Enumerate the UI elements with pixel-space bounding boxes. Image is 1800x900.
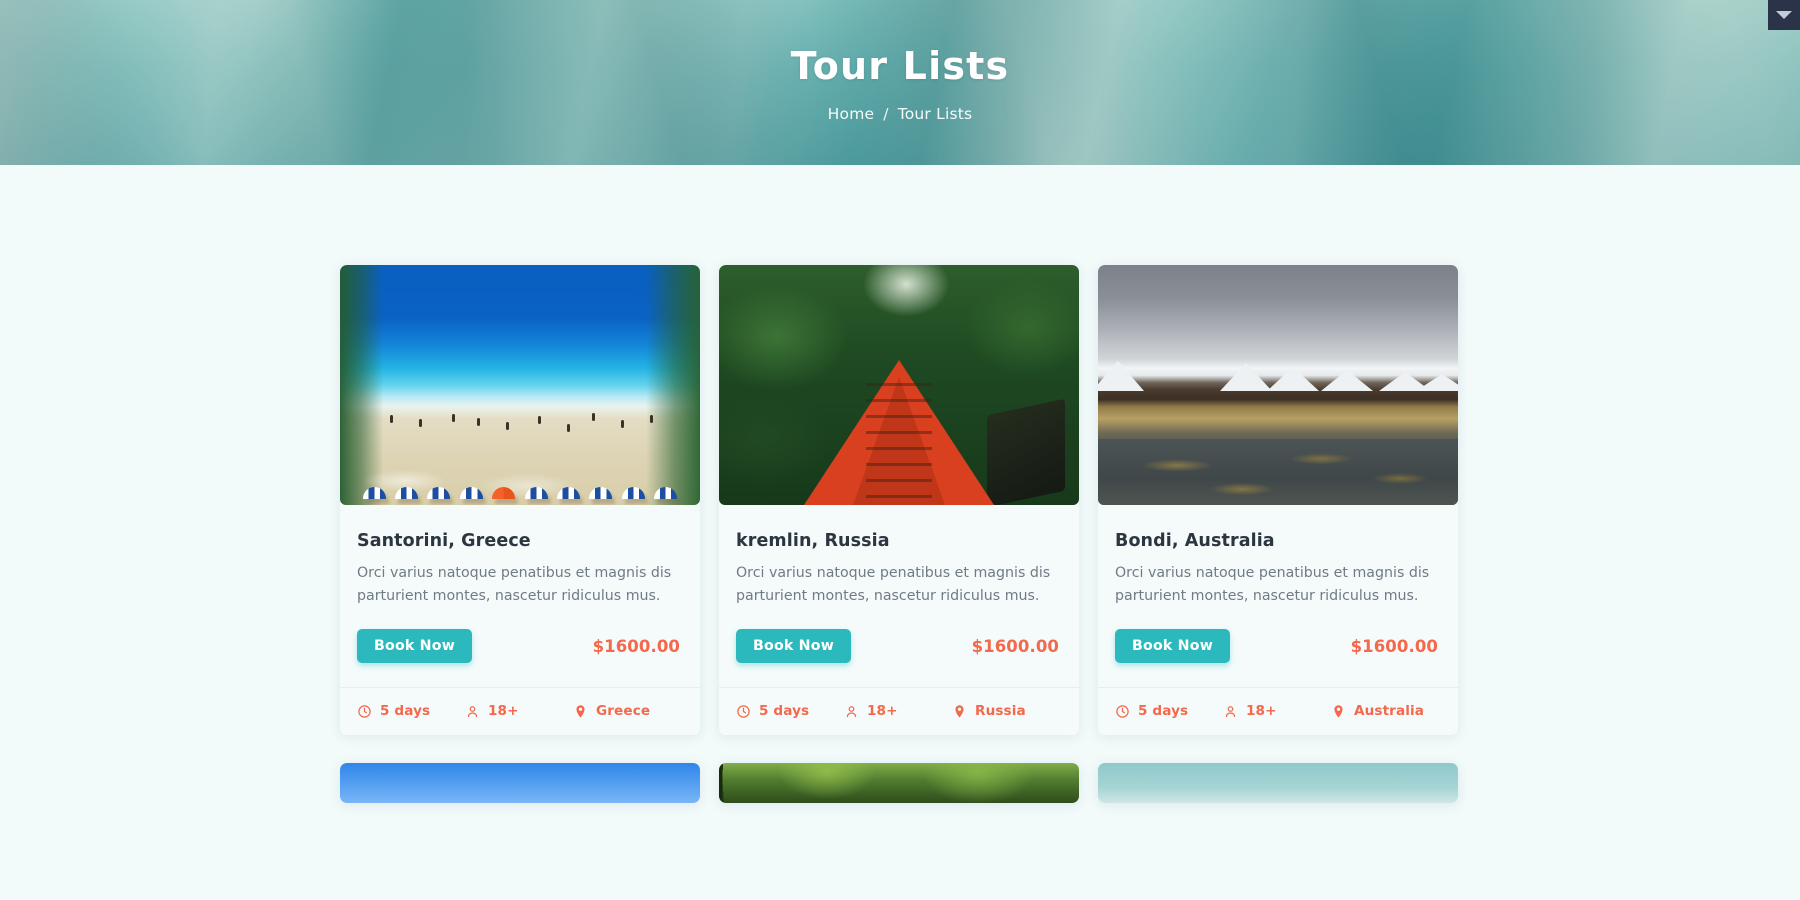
clock-icon xyxy=(736,704,751,719)
person-icon xyxy=(844,704,859,719)
tour-description: Orci varius natoque penatibus et magnis … xyxy=(736,565,1051,604)
tour-title: Bondi, Australia xyxy=(1115,531,1275,551)
tour-location: Greece xyxy=(573,703,683,719)
tour-duration: 5 days xyxy=(1115,703,1223,719)
tour-card-body: Santorini, Greece Orci varius natoque pe… xyxy=(340,505,700,687)
tour-card[interactable] xyxy=(340,763,700,804)
breadcrumb: Home / Tour Lists xyxy=(828,105,973,123)
person-icon xyxy=(1223,704,1238,719)
tour-card[interactable]: Santorini, Greece Orci varius natoque pe… xyxy=(340,265,700,736)
tour-age: 18+ xyxy=(465,703,573,719)
tour-price: $1600.00 xyxy=(971,636,1059,656)
page-title: Tour Lists xyxy=(790,43,1010,88)
tour-card-body: kremlin, Russia Orci varius natoque pena… xyxy=(719,505,1079,687)
tour-age-label: 18+ xyxy=(1246,703,1277,720)
tour-description: Orci varius natoque penatibus et magnis … xyxy=(1115,565,1430,604)
tour-age: 18+ xyxy=(1223,703,1331,719)
forest-walkway-side-decoration xyxy=(987,398,1065,505)
book-now-button[interactable]: Book Now xyxy=(736,629,852,664)
chevron-down-icon xyxy=(1776,11,1792,19)
tour-photo-santorini xyxy=(340,265,700,505)
red-bridge-rungs-decoration xyxy=(866,383,932,503)
breadcrumb-link-home[interactable]: Home xyxy=(828,105,875,123)
book-now-button[interactable]: Book Now xyxy=(357,629,473,664)
tour-card-action-row: Book Now $1600.00 xyxy=(736,629,1062,687)
tour-location-label: Greece xyxy=(596,703,651,720)
tour-meta-row: 5 days 18+ Russia xyxy=(719,687,1079,735)
tour-card[interactable] xyxy=(1098,763,1458,804)
tour-card[interactable]: kremlin, Russia Orci varius natoque pena… xyxy=(719,265,1079,736)
tour-title: kremlin, Russia xyxy=(736,531,890,551)
tour-location: Australia xyxy=(1331,703,1441,719)
tour-photo-bondi xyxy=(1098,265,1458,505)
tour-duration: 5 days xyxy=(357,703,465,719)
tour-duration-label: 5 days xyxy=(380,703,431,720)
tour-location-label: Australia xyxy=(1354,703,1425,720)
book-now-button[interactable]: Book Now xyxy=(1115,629,1231,664)
tour-card[interactable]: Bondi, Australia Orci varius natoque pen… xyxy=(1098,265,1458,736)
tour-photo-sky xyxy=(340,763,700,804)
clock-icon xyxy=(357,704,372,719)
mountain-peaks-decoration xyxy=(1098,361,1458,391)
tour-photo-teal xyxy=(1098,763,1458,804)
beach-umbrellas-decoration xyxy=(340,465,700,499)
tour-price: $1600.00 xyxy=(1350,636,1438,656)
tour-card-grid: Santorini, Greece Orci varius natoque pe… xyxy=(340,265,1460,804)
tour-card-body: Bondi, Australia Orci varius natoque pen… xyxy=(1098,505,1458,687)
tour-meta-row: 5 days 18+ Australia xyxy=(1098,687,1458,735)
tour-meta-row: 5 days 18+ Greece xyxy=(340,687,700,735)
tour-card-action-row: Book Now $1600.00 xyxy=(357,629,683,687)
clock-icon xyxy=(1115,704,1130,719)
tour-photo-trees xyxy=(719,763,1079,804)
tour-card-action-row: Book Now $1600.00 xyxy=(1115,629,1441,687)
tour-age: 18+ xyxy=(844,703,952,719)
tour-duration-label: 5 days xyxy=(1138,703,1189,720)
wetland-water-decoration xyxy=(1098,439,1458,505)
tour-description: Orci varius natoque penatibus et magnis … xyxy=(357,565,672,604)
hero-content: Tour Lists Home / Tour Lists xyxy=(0,0,1800,165)
map-pin-icon xyxy=(573,704,588,719)
tour-location-label: Russia xyxy=(975,703,1026,720)
tour-price: $1600.00 xyxy=(592,636,680,656)
tour-age-label: 18+ xyxy=(488,703,519,720)
tour-age-label: 18+ xyxy=(867,703,898,720)
breadcrumb-separator: / xyxy=(883,104,889,123)
tour-card[interactable] xyxy=(719,763,1079,804)
tour-duration: 5 days xyxy=(736,703,844,719)
hero-banner: Tour Lists Home / Tour Lists xyxy=(0,0,1800,165)
beach-people-decoration xyxy=(340,413,700,443)
tour-title: Santorini, Greece xyxy=(357,531,531,551)
person-icon xyxy=(465,704,480,719)
tour-location: Russia xyxy=(952,703,1062,719)
corner-dropdown-panel[interactable] xyxy=(1768,0,1800,30)
breadcrumb-current: Tour Lists xyxy=(897,104,973,123)
tour-duration-label: 5 days xyxy=(759,703,810,720)
map-pin-icon xyxy=(1331,704,1346,719)
tour-photo-kremlin xyxy=(719,265,1079,505)
map-pin-icon xyxy=(952,704,967,719)
tour-list-main: Santorini, Greece Orci varius natoque pe… xyxy=(0,165,1800,804)
